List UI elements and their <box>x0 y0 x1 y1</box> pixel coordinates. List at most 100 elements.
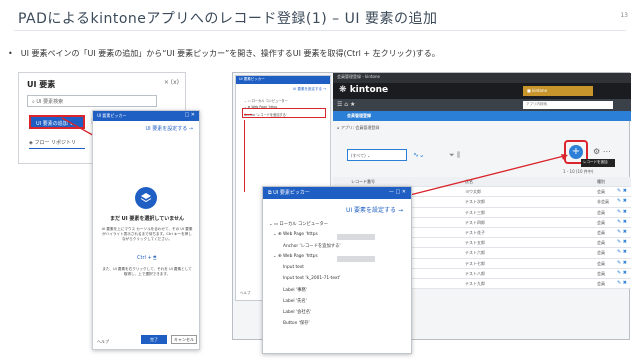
nav-icons[interactable]: ☰ ⌂ ★ <box>337 101 355 108</box>
kintone-logo-mark: ❋ <box>339 85 350 95</box>
kintone-logo-text: kintone <box>349 85 389 95</box>
tree-label: Label '事務' <box>283 288 307 293</box>
cell-name: テスト九郎 <box>465 280 485 286</box>
edit-icon[interactable]: ✎ ✖ <box>617 239 627 245</box>
cell-name: テスト六郎 <box>465 250 485 256</box>
tree-item-label[interactable]: Label '氏名' <box>269 298 409 309</box>
kintone-logo: ❋ kintone <box>339 85 388 95</box>
gear-icon[interactable]: ⚙ ⋯ <box>593 147 611 156</box>
tree-label: ローカル コンピューター <box>279 222 329 227</box>
breadcrumb-text: アプリ: 会員管理登録 <box>340 125 380 130</box>
tree-item-anchor[interactable]: Anchor 'レコードを追加する' <box>269 243 409 254</box>
pane-title: UI 要素 <box>27 80 56 89</box>
cell-name: テスト八郎 <box>465 270 485 276</box>
cell-name: テスト次郎 <box>465 199 485 205</box>
edit-icon[interactable]: ✎ ✖ <box>617 260 627 266</box>
set-ui-element-link[interactable]: UI 要素を設定する → <box>145 125 193 132</box>
app-title-bar: 会員管理登録 <box>333 111 631 121</box>
column-header[interactable]: レコード番号 <box>351 179 375 185</box>
tab-underline <box>29 148 85 149</box>
empty-state-footnote: また、UI 要素を右クリックして、それを UI 要素として取得し、上で選択できま… <box>102 267 192 276</box>
cell-type: 会員 <box>597 209 605 215</box>
view-select[interactable]: (すべて) ⌄ <box>347 149 407 161</box>
cell-type: 会員 <box>597 219 605 225</box>
picker2-set-ui-element-label: UI 要素を設定する <box>345 207 397 214</box>
cell-name: テスト五郎 <box>465 240 485 246</box>
cell-type: 非会員 <box>597 199 609 205</box>
tree-item-label[interactable]: Label '事務' <box>269 287 409 298</box>
empty-state-body: UI 要素を上にマウス カーソルを合わせて、その UI 要素がハイライト表示され… <box>101 227 193 241</box>
add-record-tooltip: レコードを追加 <box>581 159 615 167</box>
connector-line-horizontal <box>244 114 252 116</box>
page-number: 13 <box>620 12 628 19</box>
kintone-header: ❋ kintone ■ kintone <box>333 83 631 99</box>
tree-label: Anchor 'レコードを追加する' <box>283 244 341 249</box>
cell-type: 会員 <box>597 280 605 286</box>
ui-element-picker-tree: ⧉ UI 要素ピッカー — □ ✕ UI 要素を設定する → ⌄ ▭ ローカル … <box>262 186 412 354</box>
slide-title: PADによるkintoneアプリへのレコード登録(1) – UI 要素の追加 <box>18 11 438 27</box>
picker2-set-ui-element-link[interactable]: UI 要素を設定する → <box>346 205 403 214</box>
tree-item-label[interactable]: Label '会社名' <box>269 309 409 320</box>
edit-icon[interactable]: ✎ ✖ <box>617 188 627 194</box>
mini-help-link[interactable]: ヘルプ <box>240 291 251 296</box>
bullet-text: • UI 要素ペインの「UI 要素の追加」から“UI 要素ピッカー”を開き、操作す… <box>8 48 440 59</box>
tree-item-input[interactable]: Input text 'k_2001-71-text' <box>269 276 409 287</box>
cell-type: 会員 <box>597 270 605 276</box>
cell-type: 会員 <box>597 240 605 246</box>
tree-item-local[interactable]: ⌄ ▭ ローカル コンピューター <box>269 221 409 232</box>
help-link[interactable]: ヘルプ <box>97 339 109 345</box>
mini-tree-local-label: ローカル コンピューター <box>251 99 288 103</box>
ui-element-search-input[interactable]: ⌕ UI 要素検索 <box>27 95 157 107</box>
tree-label: Web Page 'https <box>282 232 318 237</box>
tree-item-webpage[interactable]: ⌄ ⊕ Web Page 'https <box>269 232 409 243</box>
cell-type: 会員 <box>597 250 605 256</box>
user-name: kintone <box>532 88 548 93</box>
app-search-input[interactable]: アプリ内検索 <box>523 101 613 109</box>
cell-name: テスト三郎 <box>465 209 485 215</box>
edit-icon[interactable]: ✎ ✖ <box>617 270 627 276</box>
cell-name: テスト四郎 <box>465 219 485 225</box>
mini-set-ui-element-link[interactable]: UI 要素を設定する → <box>293 87 326 92</box>
column-header[interactable]: 種別 <box>597 179 605 185</box>
done-button[interactable]: 完了 <box>141 335 167 344</box>
picker2-window-controls[interactable]: — □ ✕ <box>389 189 406 195</box>
user-menu[interactable]: ■ kintone <box>523 86 593 96</box>
ui-element-tree: ⌄ ▭ ローカル コンピューター ⌄ ⊕ Web Page 'https Anc… <box>269 221 409 331</box>
window-controls[interactable]: □ ✕ <box>184 112 195 118</box>
select-target-icon <box>135 187 157 209</box>
tree-label: Web Page 'https <box>282 254 318 259</box>
edit-icon[interactable]: ✎ ✖ <box>617 198 627 204</box>
bullet-content: UI 要素ペインの「UI 要素の追加」から“UI 要素ピッカー”を開き、操作する… <box>20 49 440 58</box>
picker2-title: ⧉ UI 要素ピッカー <box>268 189 310 196</box>
title-divider <box>14 30 626 31</box>
edit-icon[interactable]: ✎ ✖ <box>617 219 627 225</box>
callout-arrow-right <box>405 154 568 197</box>
tree-item-input[interactable]: Input text <box>269 265 409 276</box>
cell-type: 会員 <box>597 229 605 235</box>
cell-type: 会員 <box>597 260 605 266</box>
tree-label: Label '会社名' <box>283 310 312 315</box>
edit-icon[interactable]: ✎ ✖ <box>617 229 627 235</box>
view-select-value: (すべて) <box>351 153 366 158</box>
tree-item-webpage-2[interactable]: ⌄ ⊕ Web Page 'https <box>269 254 409 265</box>
tree-label: Input text <box>283 265 304 270</box>
picker-title: UI 要素ピッカー <box>97 113 127 118</box>
cell-type: 会員 <box>597 189 605 195</box>
edit-icon[interactable]: ✎ ✖ <box>617 209 627 215</box>
tree-item-button[interactable]: Button '保存' <box>269 320 409 331</box>
breadcrumb: ⌂ アプリ: 会員管理登録 <box>337 125 379 131</box>
tree-label: Button '保存' <box>283 321 310 326</box>
browser-titlebar: 会員管理登録 - kintone <box>333 73 631 83</box>
edit-icon[interactable]: ✎ ✖ <box>617 249 627 255</box>
ctrl-click-icon: Ctrl + 🖱 <box>137 255 157 261</box>
tree-label: Label '氏名' <box>283 299 307 304</box>
search-placeholder: UI 要素検索 <box>36 99 64 105</box>
pane-header-icons[interactable]: × (x) <box>164 79 179 86</box>
tree-label: Input text 'k_2001-71-text' <box>283 276 341 281</box>
mini-tree-local[interactable]: ⌄ ▭ ローカル コンピューター <box>244 98 288 103</box>
kintone-nav: ☰ ⌂ ★ アプリ内検索 <box>333 99 631 111</box>
edit-icon[interactable]: ✎ ✖ <box>617 280 627 286</box>
cancel-button[interactable]: キャンセル <box>171 335 197 344</box>
cell-name: テスト七郎 <box>465 260 485 266</box>
set-ui-element-label: UI 要素を設定する <box>145 126 188 132</box>
